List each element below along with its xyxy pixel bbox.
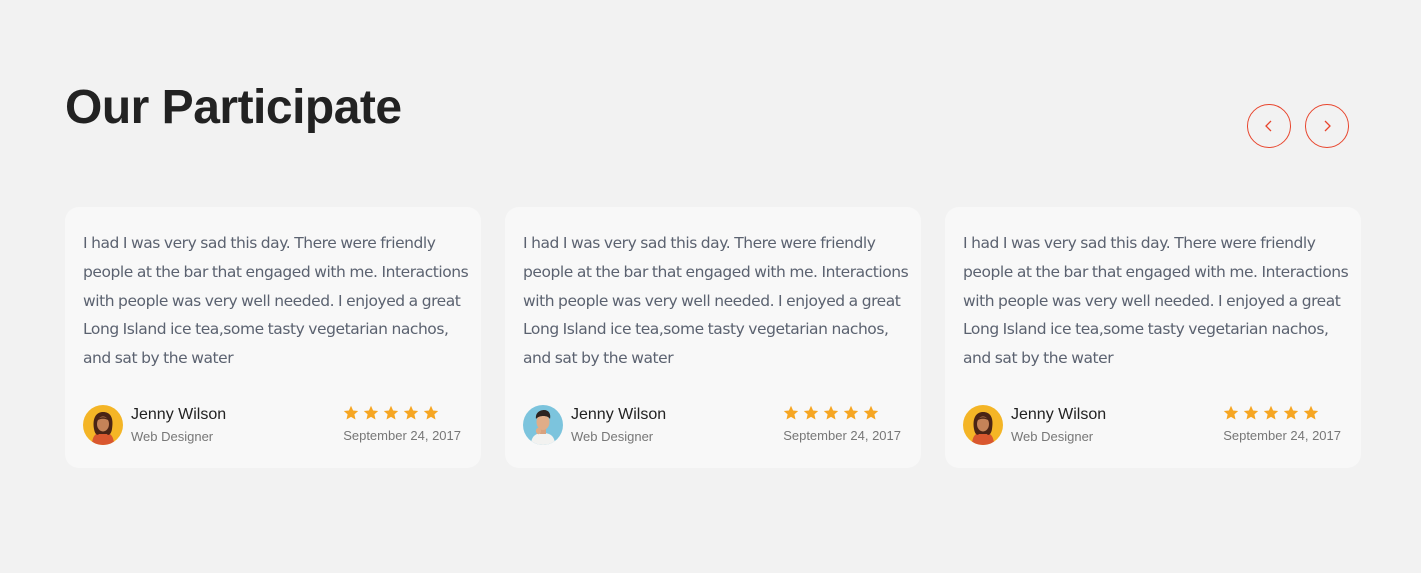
testimonial-card: I had I was very sad this day. There wer… <box>505 207 921 468</box>
woman-avatar-icon <box>963 405 1003 445</box>
prev-button[interactable] <box>1247 104 1291 148</box>
carousel-nav <box>1247 104 1349 148</box>
rating: September 24, 2017 <box>343 405 461 443</box>
person-role: Web Designer <box>1011 429 1094 444</box>
next-button[interactable] <box>1305 104 1349 148</box>
testimonial-footer: Jenny Wilson Web Designer September 24, … <box>963 405 1341 447</box>
star-icon <box>1283 405 1299 420</box>
review-date: September 24, 2017 <box>783 428 901 443</box>
star-icon <box>363 405 379 420</box>
section-title: Our Participate <box>65 81 402 134</box>
person-name: Jenny Wilson <box>131 406 227 423</box>
testimonial-footer: Jenny Wilson Web Designer September 24, … <box>83 405 461 447</box>
testimonial-list: I had I was very sad this day. There wer… <box>65 207 1361 468</box>
person-role: Web Designer <box>131 429 214 444</box>
star-icon <box>343 405 359 420</box>
person-name: Jenny Wilson <box>571 406 667 423</box>
review-date: September 24, 2017 <box>1223 428 1341 443</box>
star-icon <box>843 405 859 420</box>
star-icon <box>1243 405 1259 420</box>
testimonial-text: I had I was very sad this day. There wer… <box>523 234 909 368</box>
rating: September 24, 2017 <box>1223 405 1341 443</box>
person-role: Web Designer <box>571 429 654 444</box>
star-rating <box>783 405 901 421</box>
person-info: Jenny Wilson Web Designer <box>131 406 226 444</box>
rating: September 24, 2017 <box>783 405 901 443</box>
chevron-right-icon <box>1324 120 1331 132</box>
testimonial-footer: Jenny Wilson Web Designer September 24, … <box>523 405 901 447</box>
star-icon <box>803 405 819 420</box>
person-info: Jenny Wilson Web Designer <box>1011 406 1106 444</box>
man-avatar-icon <box>523 405 563 445</box>
star-icon <box>1263 405 1279 420</box>
woman-avatar-icon <box>83 405 123 445</box>
testimonial-text: I had I was very sad this day. There wer… <box>83 234 469 368</box>
avatar <box>83 405 123 445</box>
testimonial-card: I had I was very sad this day. There wer… <box>65 207 481 468</box>
testimonial-text: I had I was very sad this day. There wer… <box>963 234 1349 368</box>
star-rating <box>1223 405 1341 421</box>
person-name: Jenny Wilson <box>1011 406 1107 423</box>
star-rating <box>343 405 461 421</box>
star-icon <box>1223 405 1239 420</box>
star-icon <box>1303 405 1319 420</box>
review-date: September 24, 2017 <box>343 428 461 443</box>
star-icon <box>823 405 839 420</box>
star-icon <box>423 405 439 420</box>
avatar <box>523 405 563 445</box>
star-icon <box>383 405 399 420</box>
star-icon <box>403 405 419 420</box>
testimonial-card: I had I was very sad this day. There wer… <box>945 207 1361 468</box>
avatar <box>963 405 1003 445</box>
chevron-left-icon <box>1265 120 1272 132</box>
star-icon <box>863 405 879 420</box>
person-info: Jenny Wilson Web Designer <box>571 406 666 444</box>
star-icon <box>783 405 799 420</box>
